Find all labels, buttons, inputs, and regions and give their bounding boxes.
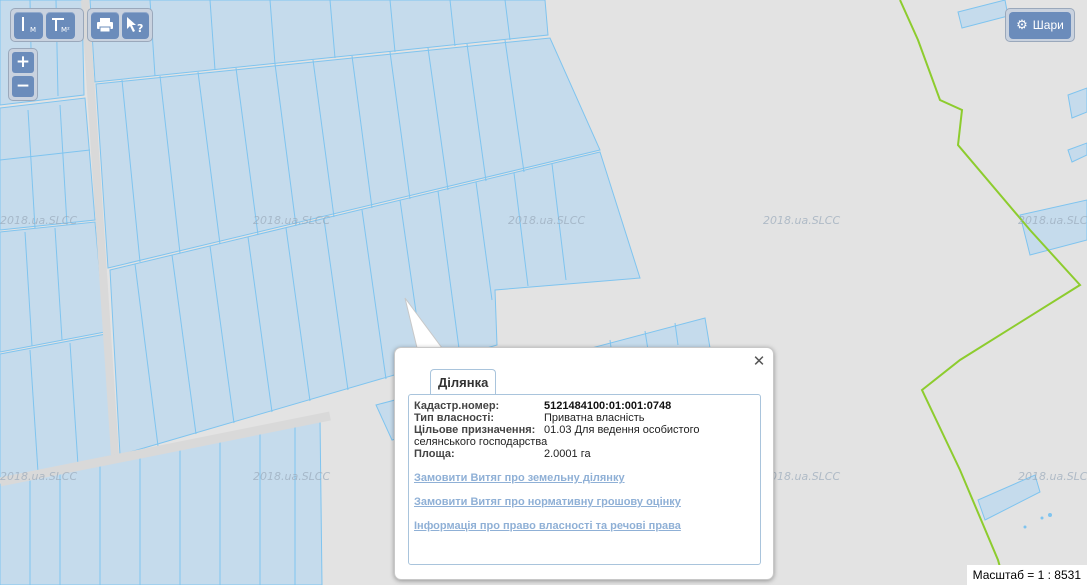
ruler-line-icon: М [21, 17, 36, 34]
ownership-type-value: Приватна власність [544, 412, 645, 424]
area-value: 2.0001 га [544, 448, 591, 460]
gear-icon: ⚙ [1016, 17, 1028, 33]
watermark-text: 2018.ua.SLCC [253, 214, 330, 227]
parcel-details-panel: Кадастр.номер: 5121484100:01:001:0748 Ти… [408, 394, 761, 565]
ruler-area-icon: М² [51, 18, 70, 34]
measure-distance-button[interactable]: М [14, 11, 43, 39]
measure-toolbar: М М² [10, 8, 84, 42]
watermark-text: 2018.ua.SLCC [508, 214, 585, 227]
pointer-question-icon: ? [127, 17, 144, 35]
watermark-text: 2018.ua.SLCC [1018, 470, 1087, 483]
order-valuation-extract-link[interactable]: Замовити Витяг про нормативну грошову оц… [414, 496, 681, 508]
watermark-text: 2018.ua.SLCC [0, 214, 77, 227]
close-icon[interactable]: ✕ [751, 353, 767, 369]
purpose-row: Цільове призначення: 01.03 Для ведення о… [414, 424, 744, 448]
watermark-text: 2018.ua.SLCC [253, 470, 330, 483]
watermark-text: 2018.ua.SLCC [0, 470, 77, 483]
parcel-block-west [0, 97, 96, 231]
purpose-value: 01.03 Для ведення особистого селянського… [414, 424, 700, 448]
ownership-rights-info-link[interactable]: Інформація про право власності та речові… [414, 520, 681, 532]
zoom-out-button[interactable]: − [12, 76, 34, 97]
attribute-label: Площа: [414, 448, 455, 460]
tab-parcel[interactable]: Ділянка [430, 369, 497, 394]
measure-area-button[interactable]: М² [46, 11, 75, 39]
zoom-control: + − [8, 48, 38, 101]
watermark-text: 2018.ua.SLCC [763, 214, 840, 227]
measure-area-unit: М² [61, 26, 70, 34]
watermark-text: 2018.ua.SLCC [763, 470, 840, 483]
layers-button[interactable]: ⚙ Шари [1009, 11, 1071, 39]
tools-toolbar: ? [87, 8, 153, 42]
printer-icon [96, 18, 113, 33]
parcel-attributes: Кадастр.номер: 5121484100:01:001:0748 Ти… [414, 400, 744, 460]
print-button[interactable] [91, 11, 119, 39]
parcel-info-popup: ✕ Ділянка Кадастр.номер: 5121484100:01:0… [394, 347, 774, 580]
cadastral-number-row: Кадастр.номер: 5121484100:01:001:0748 [414, 400, 744, 412]
attribute-label: Тип власності: [414, 412, 495, 424]
watermark-text: 2018.ua.SLCC [1018, 214, 1087, 227]
svg-text:?: ? [137, 22, 143, 35]
identify-button[interactable]: ? [121, 11, 149, 39]
area-row: Площа: 2.0001 га [414, 448, 744, 460]
layers-label: Шари [1032, 18, 1064, 32]
ownership-type-row: Тип власності: Приватна власність [414, 412, 744, 424]
parcel-block-west-2 [0, 221, 106, 353]
layers-control: ⚙ Шари [1005, 8, 1075, 42]
attribute-label: Кадастр.номер: [414, 400, 500, 412]
zoom-in-button[interactable]: + [12, 52, 34, 73]
cadastral-number-value: 5121484100:01:001:0748 [544, 400, 672, 412]
measure-line-unit: М [30, 26, 36, 34]
order-parcel-extract-link[interactable]: Замовити Витяг про земельну ділянку [414, 472, 625, 484]
map-scale: Масштаб = 1 : 8531 [966, 565, 1087, 585]
